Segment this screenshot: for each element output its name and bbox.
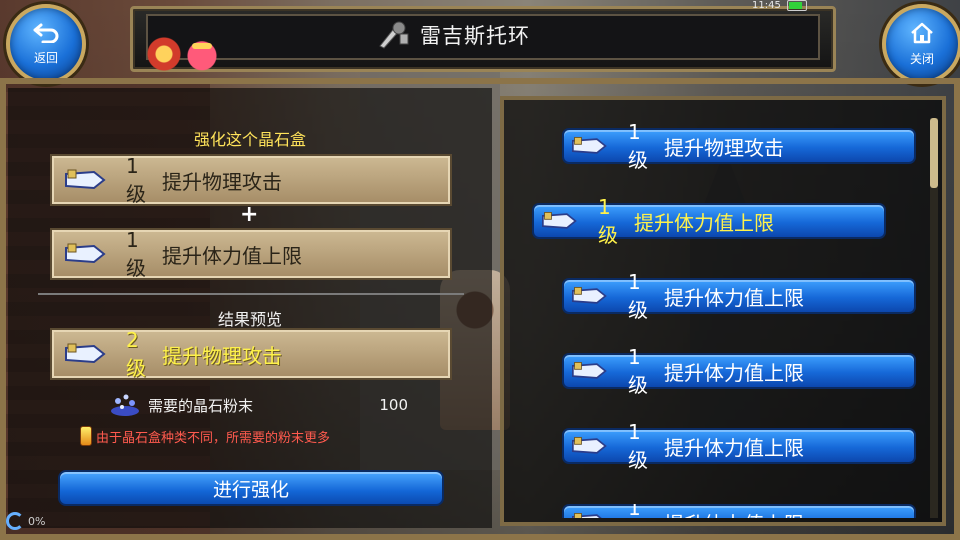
powder-value: 100 xyxy=(379,396,408,414)
upgrade-button[interactable]: 进行强化 xyxy=(58,470,444,506)
crystal-list-item[interactable]: 1 级 提升体力值上限 xyxy=(562,270,916,322)
warning-text: 由于晶石盒种类不同，所需要的粉末更多 xyxy=(96,430,331,446)
result-level: 2 级 xyxy=(126,327,146,380)
result-effect: 提升物理攻击 xyxy=(162,343,282,368)
preview-title: 结果预览 xyxy=(217,310,282,329)
crystal-icon xyxy=(64,166,108,194)
gift-icon[interactable] xyxy=(184,36,220,72)
close-label: 关闭 xyxy=(909,51,934,66)
battery-icon xyxy=(786,0,807,11)
plus-sign: + xyxy=(240,202,259,227)
loading-indicator: 0% xyxy=(6,512,45,530)
item-level: 1 级 xyxy=(628,344,648,397)
powder-requirement: 需要的晶石粉末 100 xyxy=(108,390,408,420)
crystal-list-item[interactable]: 1 级 提升体力值上限 xyxy=(562,420,916,472)
crystal-slot-b[interactable]: 1 级 提升体力值上限 xyxy=(50,228,452,280)
return-arrow-icon xyxy=(33,23,59,47)
crystal-icon xyxy=(64,340,108,368)
medal-icon[interactable] xyxy=(146,36,182,72)
badge-group xyxy=(146,36,220,72)
item-effect: 提升体力值上限 xyxy=(634,210,774,235)
crystal-icon xyxy=(570,434,610,458)
loading-spinner-icon xyxy=(6,512,24,530)
page-title-group: 雷吉斯托环 xyxy=(376,16,530,54)
scrollbar-thumb[interactable] xyxy=(930,118,938,188)
item-level: 1 级 xyxy=(628,504,641,518)
page-title: 雷吉斯托环 xyxy=(420,24,530,48)
crystal-icon xyxy=(540,209,580,233)
back-button[interactable]: 返回 xyxy=(6,4,86,84)
weapon-icon xyxy=(376,20,410,50)
crystal-icon xyxy=(570,284,610,308)
crystal-icon xyxy=(570,510,610,518)
item-level: 1 级 xyxy=(628,419,648,472)
close-button[interactable]: 关闭 xyxy=(882,4,960,84)
item-effect: 提升体力值上限 xyxy=(664,435,804,460)
crystal-icon xyxy=(64,240,108,268)
status-time: 11:45 xyxy=(752,0,781,11)
crystal-slot-a[interactable]: 1 级 提升物理攻击 xyxy=(50,154,452,206)
warning-icon xyxy=(80,426,92,446)
slot-level: 1 级 xyxy=(126,153,146,206)
crystal-list-item[interactable]: 1 级 提升体力值上限 xyxy=(562,345,916,397)
powder-icon xyxy=(108,389,142,421)
slot-effect: 提升物理攻击 xyxy=(162,169,282,194)
item-level: 1 级 xyxy=(628,269,648,322)
item-level: 1 级 xyxy=(628,119,648,172)
item-level: 1 级 xyxy=(598,194,618,247)
warning-row: 由于晶石盒种类不同，所需要的粉末更多 xyxy=(80,426,330,446)
divider xyxy=(38,293,464,295)
section-title: 强化这个晶石盒 xyxy=(193,130,306,149)
item-effect: 提升体力值上限 xyxy=(664,360,804,385)
back-label: 返回 xyxy=(33,50,58,65)
crystal-icon xyxy=(570,134,610,158)
item-effect: 提升体力值上限 xyxy=(664,285,804,310)
item-effect: 提升体力值上限 xyxy=(664,508,804,519)
crystal-list-item[interactable]: 1 级 提升体力值上限 xyxy=(562,504,916,518)
crystal-list-item-selected[interactable]: 1 级 提升体力值上限 xyxy=(532,195,886,247)
list-clip: 1 级 提升体力值上限 xyxy=(562,504,916,518)
status-bar: 11:45 xyxy=(752,0,807,12)
crystal-list-item[interactable]: 1 级 提升物理攻击 xyxy=(562,120,916,172)
slot-level: 1 级 xyxy=(126,227,146,280)
loading-percent: 0% xyxy=(28,514,46,528)
slot-effect: 提升体力值上限 xyxy=(162,243,302,268)
result-slot: 2 级 提升物理攻击 xyxy=(50,328,452,380)
item-effect: 提升物理攻击 xyxy=(664,135,784,160)
home-icon xyxy=(910,22,934,48)
crystal-icon xyxy=(570,359,610,383)
powder-label: 需要的晶石粉末 xyxy=(148,396,254,415)
